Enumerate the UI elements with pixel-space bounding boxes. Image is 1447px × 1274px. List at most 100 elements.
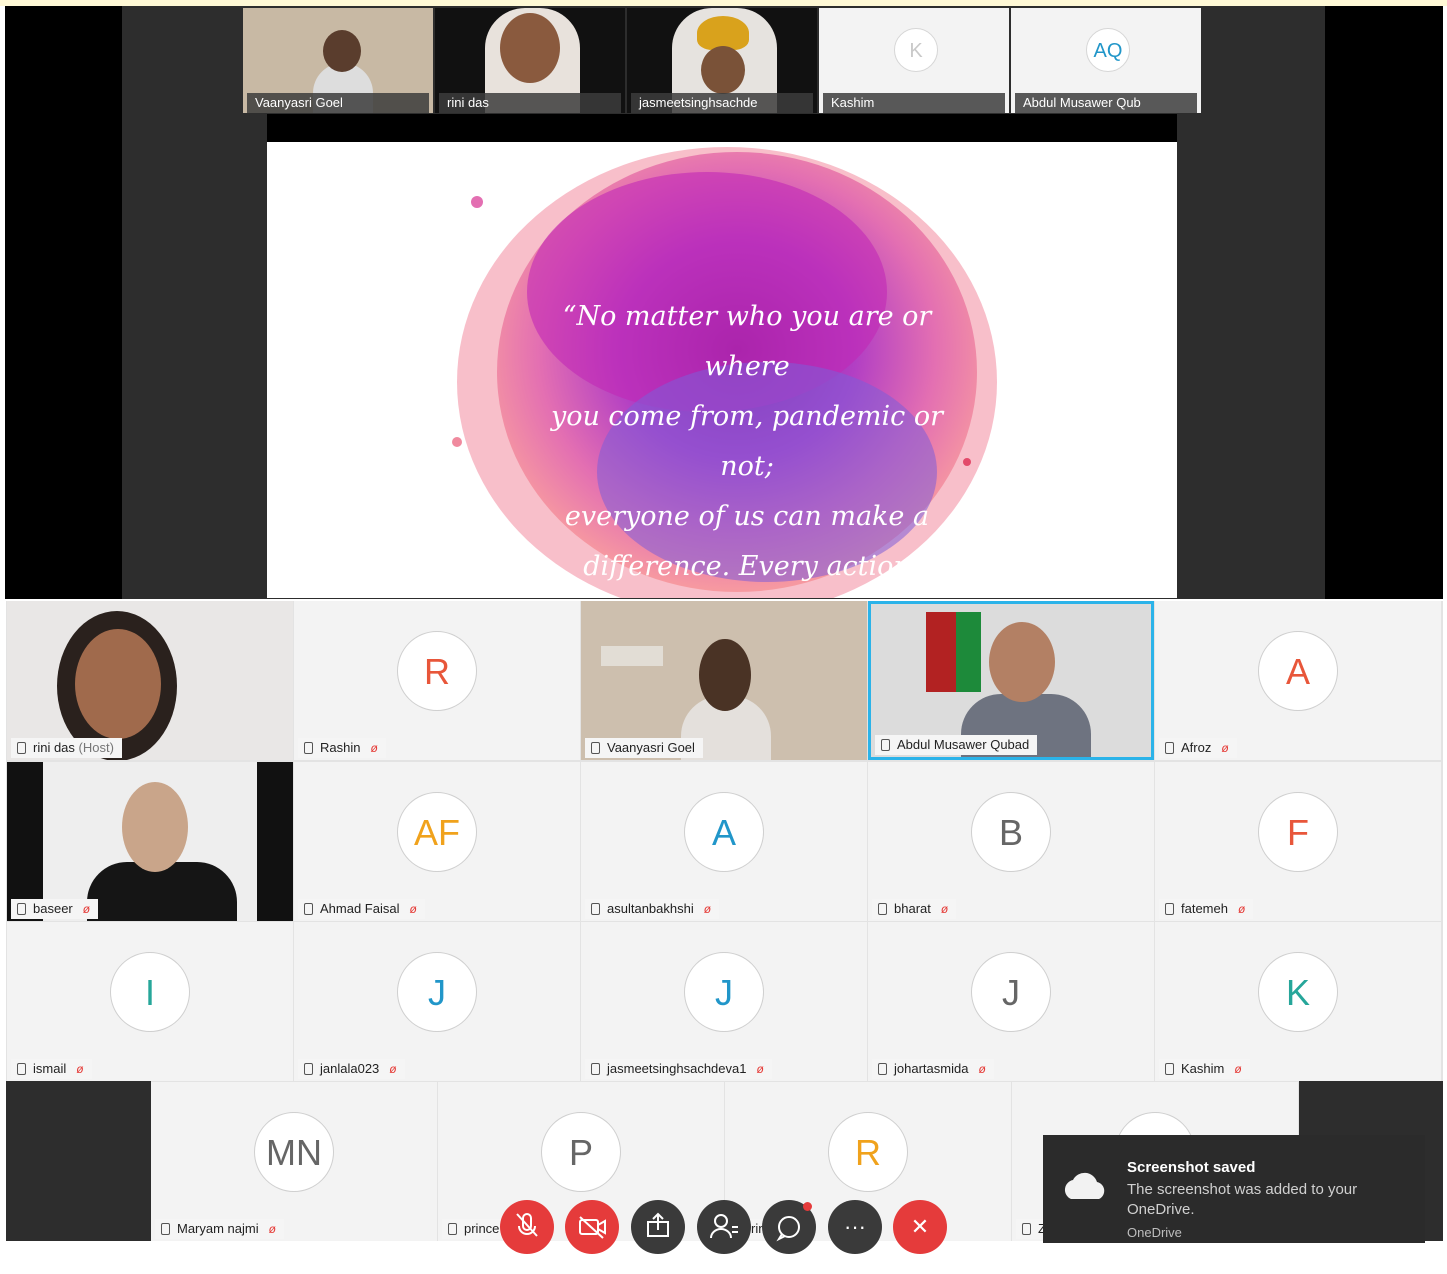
participant-name: Afroz <box>1181 740 1212 755</box>
cloud-icon <box>1064 1172 1105 1199</box>
thumbnail-initials-3[interactable]: K Kashim <box>819 8 1009 113</box>
participant-name: baseer <box>33 901 73 916</box>
participant-label: Vaanyasri Goel <box>585 738 703 758</box>
device-icon <box>591 1063 600 1075</box>
device-icon <box>448 1223 457 1235</box>
device-icon <box>1022 1223 1031 1235</box>
participant-tile-johartasmida[interactable]: J johartasmida ø <box>868 922 1154 1081</box>
participant-label: baseer ø <box>11 899 99 919</box>
avatar: A <box>1258 631 1338 711</box>
participant-tile-asultanbakhshi[interactable]: A asultanbakhshi ø <box>581 762 867 921</box>
participant-label: bharat ø <box>872 899 957 919</box>
participant-tile-bharat[interactable]: B bharat ø <box>868 762 1154 921</box>
thumbnail-video-2[interactable]: jasmeetsinghsachde <box>627 8 817 113</box>
quote-line: “No matter who you are or where <box>562 301 932 382</box>
participant-label: janlala023 ø <box>298 1059 405 1079</box>
grid-padding-left <box>6 1081 151 1241</box>
participant-label: Rashin ø <box>298 738 386 758</box>
person-head <box>122 782 188 872</box>
thumbnail-video-1[interactable]: rini das <box>435 8 625 113</box>
device-icon <box>304 1063 313 1075</box>
participants-button[interactable] <box>697 1200 751 1254</box>
participant-name: Kashim <box>1181 1061 1225 1076</box>
avatar: I <box>110 952 190 1032</box>
device-icon <box>304 903 313 915</box>
person-head <box>699 639 751 711</box>
avatar: A <box>684 792 764 872</box>
participant-tile-janlala023[interactable]: J janlala023 ø <box>294 922 580 1081</box>
device-icon <box>17 1063 26 1075</box>
toast-body: The screenshot was added to your OneDriv… <box>1127 1181 1358 1218</box>
participant-name: janlala023 <box>320 1061 380 1076</box>
quote-text: “No matter who you are or where you come… <box>527 292 967 598</box>
mic-off-icon <box>516 1213 538 1237</box>
host-badge: (Host) <box>78 740 114 755</box>
participant-tile-ahmad-faisal[interactable]: AF Ahmad Faisal ø <box>294 762 580 921</box>
avatar: F <box>1258 792 1338 872</box>
participant-name: fatemeh <box>1181 901 1228 916</box>
participant-label: Afroz ø <box>1159 738 1237 758</box>
participant-label: rini das (Host) <box>11 738 122 758</box>
participant-label: johartasmida ø <box>872 1059 994 1079</box>
more-button[interactable]: ··· <box>828 1200 882 1254</box>
participant-tile-baseer[interactable]: baseer ø <box>7 762 293 921</box>
speaking-icon <box>881 739 890 751</box>
participant-label: Maryam najmi ø <box>155 1219 284 1239</box>
person-head <box>989 622 1055 702</box>
share-button[interactable] <box>631 1200 685 1254</box>
participant-tile-vaanyasri-goel[interactable]: Vaanyasri Goel <box>581 601 867 760</box>
participant-name: rini das <box>33 740 75 755</box>
participant-tile-maryam-najmi[interactable]: MN Maryam najmi ø <box>151 1082 437 1241</box>
avatar: R <box>828 1112 908 1192</box>
avatar: MN <box>254 1112 334 1192</box>
mic-off-icon: ø <box>1234 1062 1242 1076</box>
shared-slide: “No matter who you are or where you come… <box>267 142 1177 598</box>
participant-label: Kashim ø <box>1159 1059 1250 1079</box>
mic-off-icon: ø <box>703 902 712 916</box>
thumbnail-video-0[interactable]: Vaanyasri Goel <box>243 8 433 113</box>
onedrive-toast[interactable]: Screenshot saved The screenshot was adde… <box>1043 1135 1425 1243</box>
video-toggle-button[interactable] <box>565 1200 619 1254</box>
participant-tile-ismail[interactable]: I ismail ø <box>7 922 293 1081</box>
avatar: AF <box>397 792 477 872</box>
participant-tile-fatemeh[interactable]: F fatemeh ø <box>1155 762 1441 921</box>
mic-off-icon: ø <box>409 902 417 916</box>
mic-off-icon: ø <box>1221 741 1229 755</box>
participant-label: jasmeetsinghsachdeva1 ø <box>585 1059 772 1079</box>
thumbnail-name: jasmeetsinghsachde <box>631 93 813 113</box>
avatar: B <box>971 792 1051 872</box>
device-icon <box>878 1063 887 1075</box>
mute-button[interactable] <box>500 1200 554 1254</box>
participant-name: johartasmida <box>894 1061 969 1076</box>
participant-tile-afroz[interactable]: A Afroz ø <box>1155 601 1441 760</box>
participants-icon <box>710 1214 738 1239</box>
device-icon <box>304 742 313 754</box>
device-icon <box>17 742 26 754</box>
thumbnail-initials-4[interactable]: AQ Abdul Musawer Qub <box>1011 8 1201 113</box>
participant-tile-kashim[interactable]: K Kashim ø <box>1155 922 1441 1081</box>
toast-title: Screenshot saved <box>1127 1159 1256 1176</box>
participant-tile-rini-das[interactable]: rini das (Host) <box>7 601 293 760</box>
chat-button[interactable] <box>762 1200 816 1254</box>
mic-off-icon: ø <box>268 1222 276 1236</box>
participant-label: Ahmad Faisal ø <box>298 899 425 919</box>
device-icon <box>1165 903 1174 915</box>
avatar: J <box>684 952 764 1032</box>
ac-unit <box>601 646 663 666</box>
mic-off-icon: ø <box>370 741 378 755</box>
participant-tile-jasmeetsinghsachdeva1[interactable]: J jasmeetsinghsachdeva1 ø <box>581 922 867 1081</box>
participant-tile-rashin[interactable]: R Rashin ø <box>294 601 580 760</box>
device-icon <box>1165 742 1174 754</box>
thumbnail-name: rini das <box>439 93 621 113</box>
mic-off-icon: ø <box>940 902 949 916</box>
mic-off-icon: ø <box>1237 902 1246 916</box>
leave-button[interactable]: ✕ <box>893 1200 947 1254</box>
participant-name: Rashin <box>320 740 361 755</box>
content-stage: Vaanyasri Goel rini das jasmeetsinghsach… <box>5 6 1443 599</box>
participant-tile-abdul-musawer-qubad[interactable]: Abdul Musawer Qubad <box>868 601 1154 760</box>
participant-name: asultanbakhshi <box>607 901 694 916</box>
device-icon <box>878 903 887 915</box>
mic-off-icon: ø <box>389 1062 397 1076</box>
flag <box>956 612 981 692</box>
avatar: K <box>894 28 938 72</box>
